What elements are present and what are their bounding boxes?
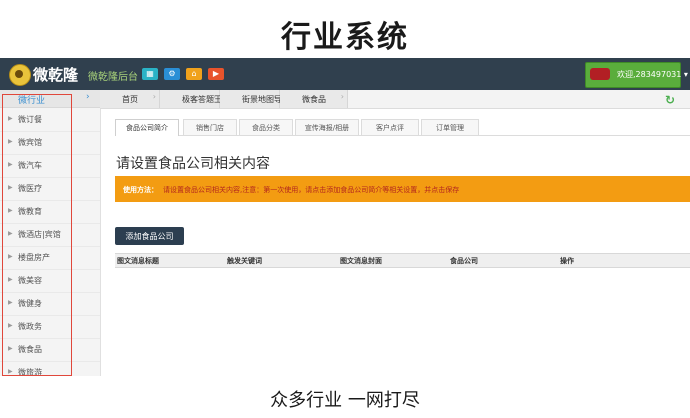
play-icon[interactable]: ▶ <box>208 68 224 80</box>
avatar <box>590 68 610 80</box>
sub-tab-label: 客户点评 <box>376 124 404 132</box>
app-window: 微乾隆 微乾隆后台 ▦ ⚙ ⌂ ▶ 欢迎,283497031 ▾ 微行业 › ▶ 微订餐… <box>0 58 690 376</box>
page-tab-strip: 首页 › 极客答题王 › 街景地图导航 › 微食品 › <box>100 90 690 109</box>
sub-tab[interactable]: 食品分类 <box>239 119 293 135</box>
page-tab-label: 首页 <box>122 95 138 104</box>
sub-tab-bar: 食品公司简介 销售门店 食品分类 宣传海报/相册 客户点评 订单管理 <box>115 119 690 136</box>
sub-tab-label: 宣传海报/相册 <box>304 124 350 132</box>
sub-tab-label: 食品公司简介 <box>126 124 168 132</box>
top-bar: 微乾隆 微乾隆后台 ▦ ⚙ ⌂ ▶ 欢迎,283497031 ▾ <box>0 58 690 90</box>
chevron-right-icon[interactable]: › <box>86 92 90 102</box>
hero-title: 行业系统 <box>281 20 409 55</box>
table-header-cell: 图文消息标题 <box>117 257 159 265</box>
table-header-cell: 图文消息封面 <box>340 257 382 265</box>
page-tab[interactable]: 极客答题王 › <box>160 90 222 108</box>
sub-tab[interactable]: 客户点评 <box>361 119 419 135</box>
sub-tab[interactable]: 宣传海报/相册 <box>295 119 359 135</box>
notice-label: 使用方法： <box>123 186 158 194</box>
sidebar-highlight-box <box>2 94 72 376</box>
page-tab[interactable]: 微食品 › <box>280 90 348 108</box>
grid-icon[interactable]: ▦ <box>142 68 158 80</box>
app-subtitle: 微乾隆后台 <box>88 72 138 83</box>
add-food-company-button[interactable]: 添加食品公司 <box>115 227 184 245</box>
sub-tab-label: 销售门店 <box>196 124 224 132</box>
page-tab[interactable]: 首页 › <box>100 90 160 108</box>
home-icon[interactable]: ⌂ <box>186 68 202 80</box>
sub-tab[interactable]: 订单管理 <box>421 119 479 135</box>
refresh-icon[interactable]: ↻ <box>665 93 675 107</box>
chevron-right-icon: › <box>212 92 216 101</box>
chevron-right-icon: › <box>152 92 156 101</box>
gear-icon[interactable]: ⚙ <box>164 68 180 80</box>
page-tab-label: 极客答题王 <box>182 95 222 104</box>
usage-notice: 使用方法： 请设置食品公司相关内容,注意：第一次使用，请点击添加食品公司简介等相… <box>115 176 690 202</box>
sub-tab-label: 订单管理 <box>436 124 464 132</box>
chevron-right-icon: › <box>340 92 344 101</box>
sub-tab-label: 食品分类 <box>252 124 280 132</box>
page-tab-label: 微食品 <box>302 95 326 104</box>
table-header: 图文消息标题 触发关键词 图文消息封面 食品公司 操作 <box>115 253 690 268</box>
user-menu-button[interactable]: 欢迎,283497031 ▾ <box>585 62 688 88</box>
hero-caption: 众多行业 一网打尽 <box>270 390 420 411</box>
sub-tab[interactable]: 食品公司简介 <box>115 119 179 136</box>
chevron-right-icon: › <box>272 92 276 101</box>
notice-text: 请设置食品公司相关内容,注意：第一次使用，请点击添加食品公司简介等相关设置，并点… <box>163 186 460 194</box>
table-header-cell: 触发关键词 <box>227 257 262 265</box>
sub-tab[interactable]: 销售门店 <box>183 119 237 135</box>
table-header-cell: 操作 <box>560 257 574 265</box>
section-title: 请设置食品公司相关内容 <box>116 156 270 172</box>
user-name: 欢迎,283497031 ▾ <box>617 70 688 79</box>
add-button-label: 添加食品公司 <box>125 232 174 241</box>
logo-icon <box>9 64 31 86</box>
page-tab[interactable]: 街景地图导航 › <box>220 90 290 108</box>
logo-text: 微乾隆 <box>33 66 79 84</box>
table-header-cell: 食品公司 <box>450 257 478 265</box>
